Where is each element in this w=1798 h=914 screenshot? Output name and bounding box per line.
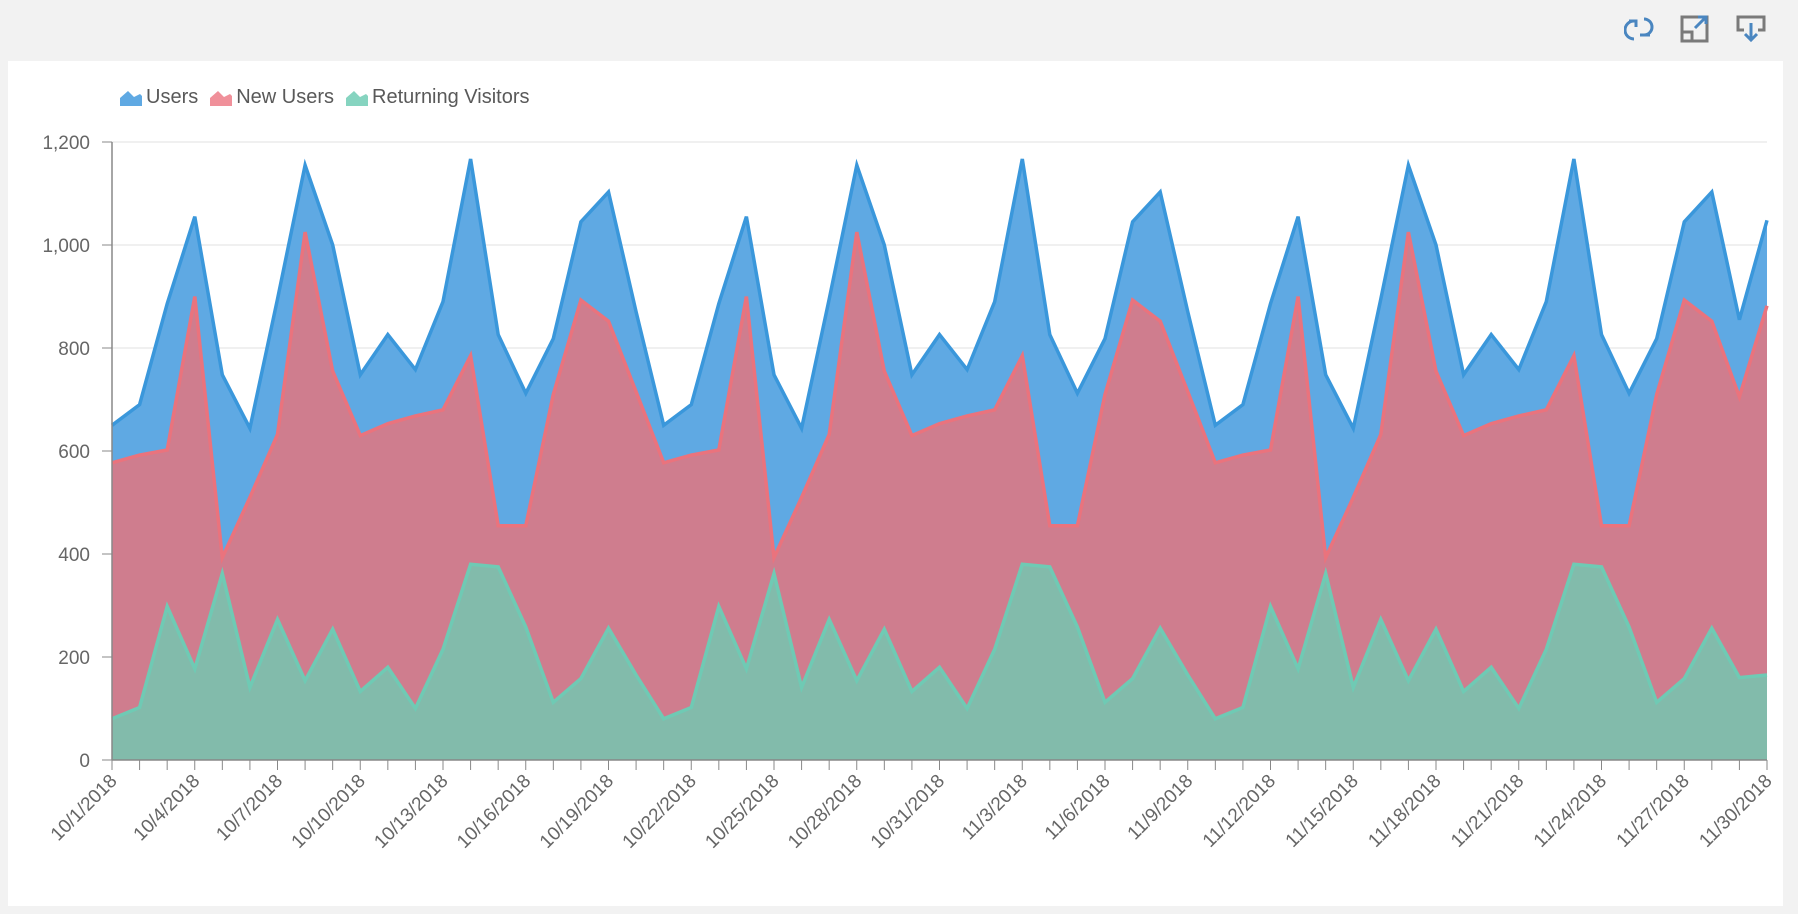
- x-tick-label: 11/3/2018: [958, 771, 1032, 845]
- x-tick-label: 10/13/2018: [370, 771, 452, 853]
- x-tick-label: 10/4/2018: [130, 771, 205, 846]
- area-chart: 0 200 400 600 800 1,000 1,200 10/1/2018 10/4/201…: [42, 133, 1776, 853]
- x-tick-label: 11/18/2018: [1364, 771, 1445, 852]
- x-tick-label: 11/21/2018: [1447, 771, 1528, 852]
- y-tick-label: 800: [58, 339, 90, 360]
- y-tick-label: 200: [58, 648, 90, 669]
- x-tick-label: 11/15/2018: [1282, 771, 1363, 852]
- x-tick-label: 10/16/2018: [453, 771, 535, 853]
- x-tick-label: 10/31/2018: [867, 771, 949, 853]
- y-tick-label: 600: [58, 442, 90, 463]
- y-tick-label: 1,000: [42, 236, 90, 257]
- x-tick-label: 10/7/2018: [212, 771, 287, 846]
- x-tick-label: 11/27/2018: [1613, 771, 1694, 852]
- x-tick-label: 11/9/2018: [1124, 771, 1198, 845]
- x-tick-label: 11/6/2018: [1041, 771, 1115, 845]
- x-tick-label: 11/30/2018: [1695, 771, 1776, 852]
- x-tick-label: 10/19/2018: [536, 771, 618, 853]
- x-tick-label: 10/22/2018: [619, 771, 701, 853]
- y-tick-label: 0: [79, 751, 90, 772]
- x-tick-label: 11/12/2018: [1199, 771, 1280, 852]
- y-tick-label: 1,200: [42, 133, 90, 154]
- x-tick-label: 10/10/2018: [288, 771, 370, 853]
- y-tick-label: 400: [58, 545, 90, 566]
- x-tick-label: 11/24/2018: [1530, 771, 1611, 852]
- x-tick-label: 10/1/2018: [47, 771, 122, 846]
- x-tick-label: 10/25/2018: [701, 771, 783, 853]
- x-tick-label: 10/28/2018: [784, 771, 866, 853]
